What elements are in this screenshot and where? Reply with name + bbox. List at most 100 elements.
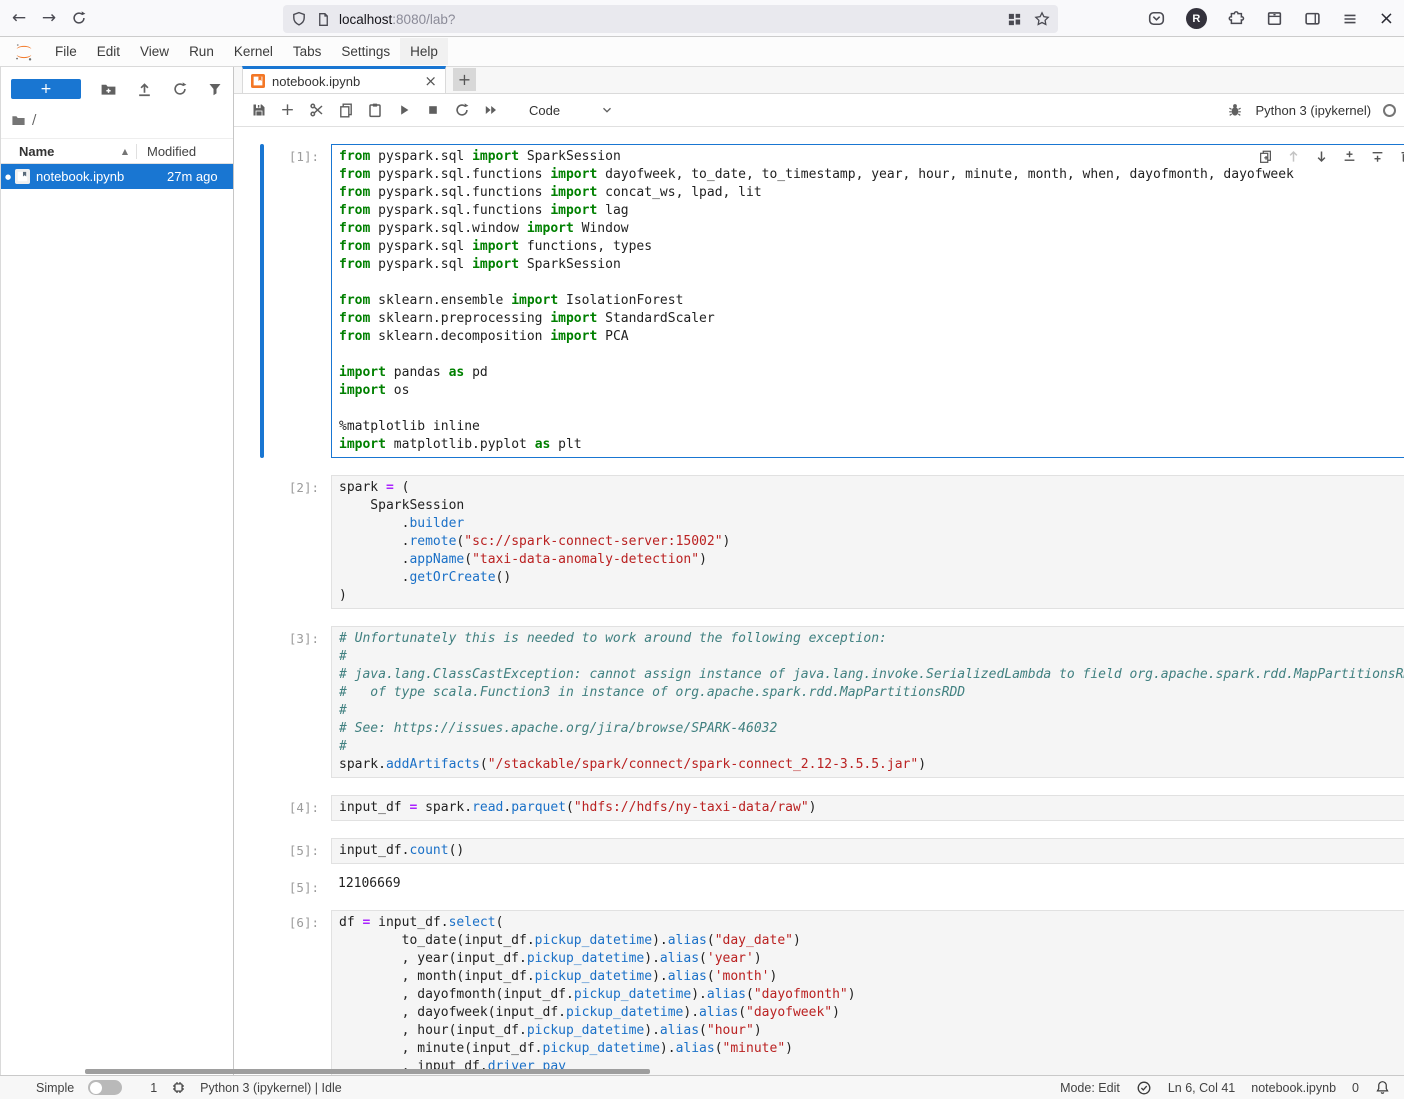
cell-prompt: [5]: [264, 875, 319, 897]
run-cell-icon[interactable] [389, 98, 418, 122]
sort-asc-icon[interactable]: ▲ [122, 147, 128, 156]
account-avatar[interactable]: R [1186, 8, 1207, 29]
move-cell-down-icon[interactable] [1314, 149, 1329, 164]
menu-tabs[interactable]: Tabs [283, 38, 332, 65]
cell-type-value: Code [529, 103, 560, 118]
page-icon [316, 12, 331, 27]
tab-notebook[interactable]: notebook.ipynb × [242, 66, 446, 93]
menu-edit[interactable]: Edit [87, 38, 130, 65]
new-folder-icon[interactable] [100, 81, 117, 98]
column-name-label: Name [19, 144, 54, 159]
kernel-status-icon[interactable] [1383, 104, 1396, 117]
cell-editor[interactable]: spark = ( SparkSession .builder .remote(… [331, 475, 1404, 609]
code-cell[interactable]: [5]: input_df.count() [234, 838, 1404, 864]
interrupt-kernel-icon[interactable] [418, 98, 447, 122]
refresh-icon[interactable] [172, 81, 188, 97]
restart-kernel-icon[interactable] [447, 98, 476, 122]
trusted-icon[interactable] [1136, 1080, 1152, 1096]
notebook-tab-bar: notebook.ipynb × + [234, 67, 1404, 94]
cell-list: [1]:from pyspark.sql import SparkSession… [234, 144, 1404, 1075]
simple-mode-toggle[interactable] [88, 1080, 122, 1095]
tab-close-icon[interactable]: × [424, 72, 437, 90]
notification-count[interactable]: 0 [1352, 1081, 1359, 1095]
duplicate-cell-icon[interactable] [1258, 149, 1273, 164]
menu-hamburger-icon[interactable] [1342, 11, 1358, 27]
kernel-name[interactable]: Python 3 (ipykernel) [1255, 103, 1371, 118]
cell-prompt: [2]: [264, 475, 319, 609]
cursor-position[interactable]: Ln 6, Col 41 [1168, 1081, 1235, 1095]
upload-icon[interactable] [136, 81, 153, 98]
cell-editor[interactable]: from pyspark.sql import SparkSessionfrom… [331, 144, 1404, 458]
unsaved-dot-icon: ● [1, 173, 15, 181]
notebook-content[interactable]: [1]:from pyspark.sql import SparkSession… [234, 127, 1404, 1075]
plus-icon: + [458, 70, 471, 89]
cut-cells-icon[interactable] [302, 98, 331, 122]
cell-editor[interactable]: # Unfortunately this is needed to work a… [331, 626, 1404, 778]
tab-title: notebook.ipynb [272, 74, 417, 89]
notebook-file-icon [15, 169, 30, 184]
column-modified[interactable]: Modified [136, 144, 233, 159]
browser-reload-icon[interactable] [64, 3, 94, 33]
restart-run-all-icon[interactable] [476, 98, 505, 122]
cell-prompt: [1]: [264, 144, 319, 458]
cell-editor[interactable]: input_df = spark.read.parquet("hdfs://hd… [331, 795, 1404, 821]
kernel-status-text[interactable]: Python 3 (ipykernel) | Idle [200, 1081, 342, 1095]
new-tab-button[interactable]: + [453, 68, 476, 91]
extensions-puzzle-icon[interactable] [1228, 10, 1245, 27]
browser-back-icon[interactable]: ← [4, 3, 34, 33]
code-cell[interactable]: [1]:from pyspark.sql import SparkSession… [234, 144, 1404, 458]
file-row-notebook[interactable]: ● notebook.ipynb 27m ago [1, 164, 233, 189]
new-launcher-button[interactable]: + [11, 79, 81, 99]
folder-icon[interactable] [11, 113, 26, 128]
cell-editor[interactable]: input_df.count() [331, 838, 1404, 864]
browser-toolbar: ← → localhost:8080/lab? R [0, 0, 1404, 37]
breadcrumb[interactable]: / [1, 99, 233, 128]
output-area[interactable]: [5]: 12106669 [234, 875, 1404, 897]
menu-help[interactable]: Help [400, 38, 448, 65]
save-icon[interactable] [244, 98, 273, 122]
paste-cells-icon[interactable] [360, 98, 389, 122]
library-icon[interactable] [1266, 10, 1283, 27]
menu-kernel[interactable]: Kernel [224, 38, 283, 65]
sidebar-icon[interactable] [1304, 10, 1321, 27]
cell-prompt: [3]: [264, 626, 319, 778]
workspace: + / Name ▲ Modified ● [0, 67, 1404, 1075]
code-cell[interactable]: [4]: input_df = spark.read.parquet("hdfs:… [234, 795, 1404, 821]
delete-cell-icon[interactable] [1398, 149, 1404, 164]
debugger-bug-icon[interactable] [1227, 102, 1243, 118]
filter-icon[interactable] [207, 81, 223, 97]
cell-prompt: [5]: [264, 838, 319, 864]
window-close-icon[interactable]: × [1379, 8, 1394, 29]
cell-editor[interactable]: df = input_df.select( to_date(input_df.p… [331, 910, 1404, 1075]
menu-run[interactable]: Run [179, 38, 224, 65]
shield-icon[interactable] [291, 11, 307, 27]
menu-view[interactable]: View [130, 38, 179, 65]
menu-file[interactable]: File [45, 38, 87, 65]
simple-mode-label: Simple [36, 1081, 74, 1095]
add-cell-icon[interactable]: + [273, 98, 302, 122]
insert-cell-above-icon[interactable] [1342, 149, 1357, 164]
code-cell[interactable]: [6]:df = input_df.select( to_date(input_… [234, 910, 1404, 1075]
menu-settings[interactable]: Settings [331, 38, 400, 65]
statusbar-filename: notebook.ipynb [1251, 1081, 1336, 1095]
shortcuts-grid-icon[interactable] [1007, 12, 1022, 27]
horizontal-scrollbar-thumb[interactable] [85, 1069, 650, 1074]
code-cell[interactable]: [2]:spark = ( SparkSession .builder .rem… [234, 475, 1404, 609]
code-cell[interactable]: [3]:# Unfortunately this is needed to wo… [234, 626, 1404, 778]
browser-forward-icon[interactable]: → [34, 3, 64, 33]
insert-cell-below-icon[interactable] [1370, 149, 1385, 164]
url-bar[interactable]: localhost:8080/lab? [283, 5, 1058, 33]
pocket-icon[interactable] [1148, 10, 1165, 27]
cell-type-dropdown[interactable]: Code [523, 101, 620, 120]
cell-prompt: [4]: [264, 795, 319, 821]
copy-cells-icon[interactable] [331, 98, 360, 122]
kernel-count[interactable]: 1 [150, 1081, 157, 1095]
breadcrumb-root[interactable]: / [32, 113, 36, 128]
move-cell-up-icon[interactable] [1286, 149, 1301, 164]
mode-indicator[interactable]: Mode: Edit [1060, 1081, 1120, 1095]
jupyter-logo [13, 41, 35, 63]
column-name[interactable]: Name ▲ [1, 144, 136, 159]
output-text[interactable]: 12106669 [331, 875, 1404, 897]
bell-icon[interactable] [1375, 1080, 1390, 1095]
bookmark-star-icon[interactable] [1034, 11, 1050, 27]
